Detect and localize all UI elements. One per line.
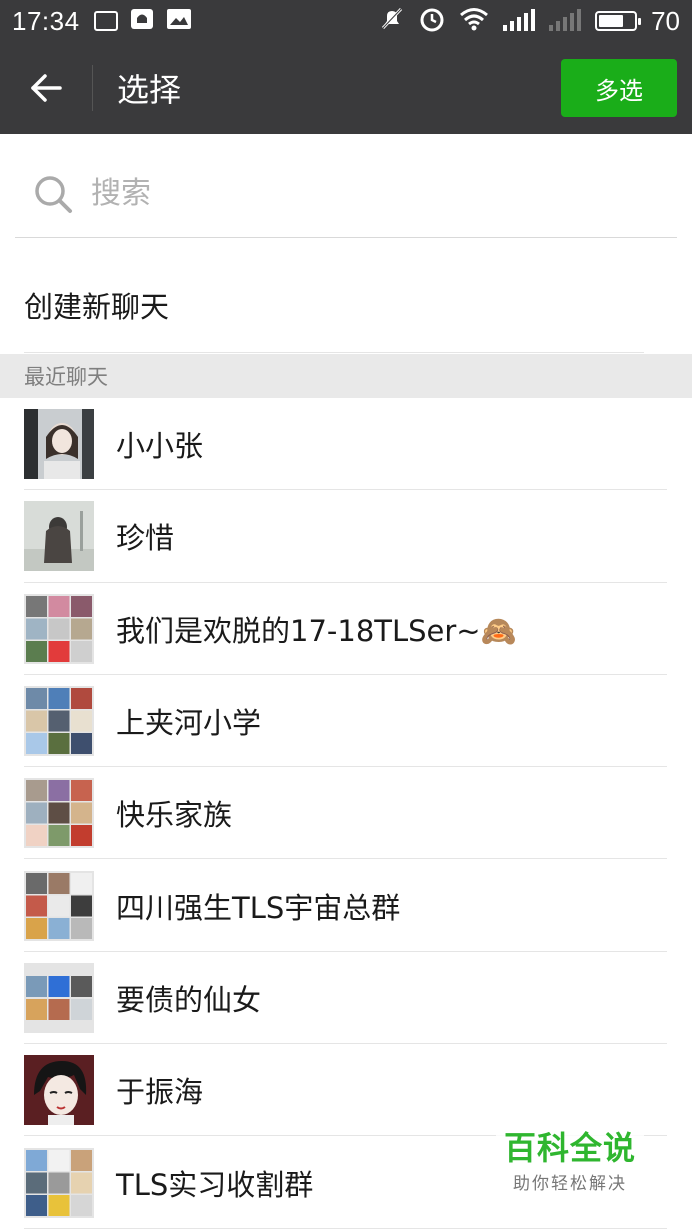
avatar [24,1055,94,1126]
chat-name: 要债的仙女 [116,982,262,1017]
alarm-icon [419,6,445,36]
avatar [24,501,94,572]
chat-name: 四川强生TLS宇宙总群 [116,890,401,925]
chat-name: 我们是欢脱的17-18TLSer~🙈 [116,613,517,648]
chat-row[interactable]: 珍惜 [0,490,692,583]
recent-chats-header: 最近聊天 [0,354,692,398]
watermark: 百科全说 助你轻松解决 [495,1119,644,1198]
chat-row[interactable]: 上夹河小学 [0,675,692,768]
image-icon [166,8,192,34]
chat-name: TLS实习收割群 [116,1167,314,1202]
page-title: 选择 [117,71,182,109]
signal-icon [503,9,536,31]
chat-name: 珍惜 [116,521,175,556]
create-new-chat-button[interactable]: 创建新聊天 [0,258,692,352]
watermark-title: 百科全说 [503,1129,636,1167]
divider [24,352,644,353]
battery-level-text: 70 [651,5,680,36]
notification-icon [130,8,154,34]
status-bar: 17:34 70 [0,0,692,42]
avatar [24,778,94,849]
chat-name: 快乐家族 [116,798,233,833]
chat-row[interactable]: 我们是欢脱的17-18TLSer~🙈 [0,583,692,676]
chat-name: 上夹河小学 [116,706,262,741]
chat-name: 小小张 [116,429,204,464]
chat-row[interactable]: 四川强生TLS宇宙总群 [0,859,692,953]
avatar [24,409,94,480]
chat-name: 于振海 [116,1075,204,1110]
search-input[interactable] [91,176,651,211]
news-icon [93,11,118,31]
avatar [24,962,94,1033]
chat-row[interactable]: 小小张 [0,398,692,491]
arrow-left-icon [31,74,62,102]
avatar [24,593,94,664]
watermark-subtitle: 助你轻松解决 [512,1174,627,1194]
multi-select-button[interactable]: 多选 [561,59,677,117]
signal-weak-icon [549,9,582,31]
status-time: 17:34 [12,5,80,36]
search-bar [15,150,677,238]
chat-row[interactable]: 快乐家族 [0,767,692,860]
avatar [24,686,94,757]
wifi-icon [459,7,489,35]
action-bar: 选择 多选 [0,42,692,134]
avatar [24,1147,94,1218]
mute-icon [379,6,405,36]
back-button[interactable] [0,42,92,134]
avatar [24,870,94,941]
chat-row[interactable]: 要债的仙女 [0,952,692,1045]
battery-icon [595,11,642,31]
search-icon [35,175,72,213]
recent-chats-list: 小小张 珍惜 我们是欢脱的17-18TLSer~🙈 上夹河小学 快乐家族 四川强… [0,398,692,1229]
header-divider [92,65,93,111]
